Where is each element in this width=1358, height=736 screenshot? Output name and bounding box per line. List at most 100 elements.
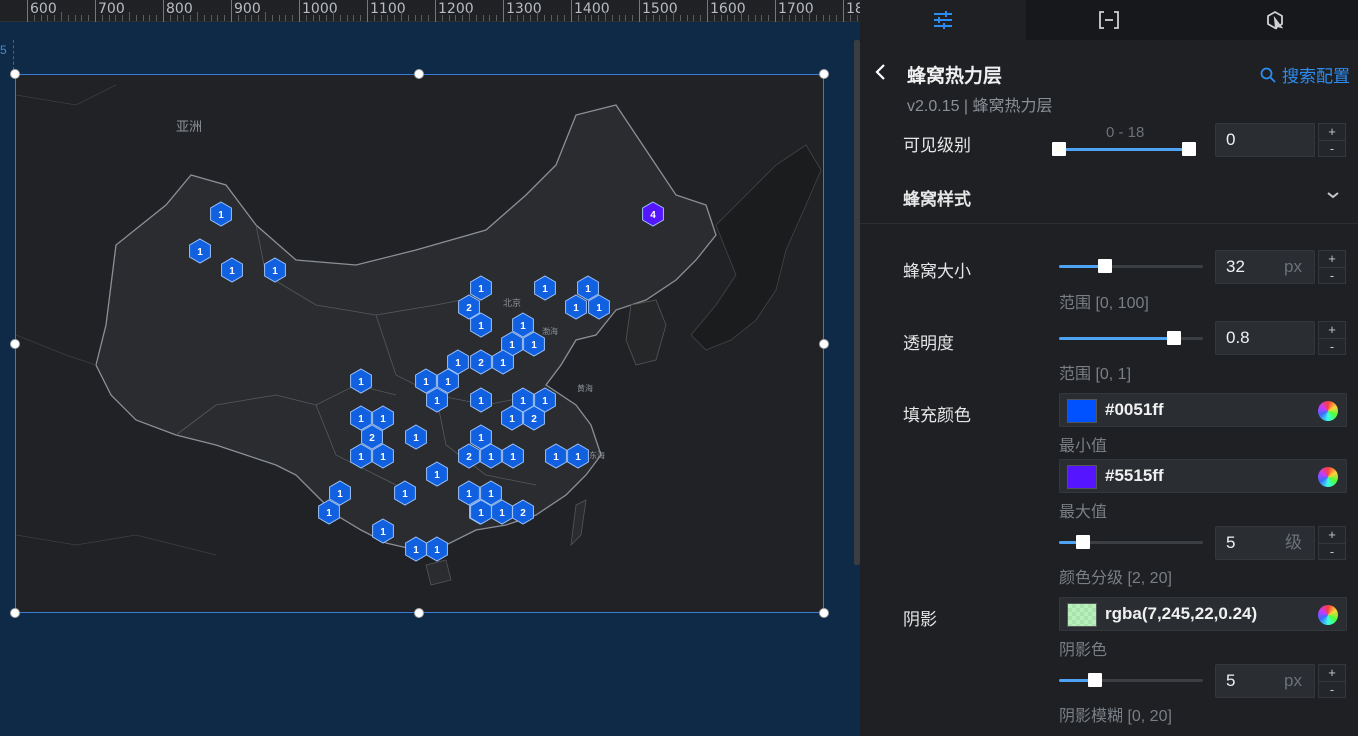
editor-canvas[interactable]: 600 700 800 900 1000 1100 1200 1300 1400 1500 1600… <box>0 0 860 736</box>
ruler-tick-label: 180 <box>846 1 860 17</box>
ruler-minor-tick <box>33 15 35 21</box>
stepper-plus[interactable]: + <box>1319 251 1345 268</box>
color-wheel-icon[interactable] <box>1318 605 1338 625</box>
stepper-minus[interactable]: - <box>1319 339 1345 356</box>
visible-level-input[interactable]: 0 <box>1215 123 1315 157</box>
resize-handle-bottom[interactable] <box>414 608 424 618</box>
resize-handle-top-right[interactable] <box>819 69 829 79</box>
shadow-color-field[interactable]: rgba(7,245,22,0.24) <box>1059 597 1347 631</box>
color-swatch-max[interactable] <box>1067 465 1097 489</box>
ruler-minor-tick <box>673 12 674 21</box>
map-label-yellow-sea: 黄海 <box>577 383 593 393</box>
shadow-blur-input[interactable]: 5 px <box>1215 664 1315 698</box>
stepper-plus[interactable]: + <box>1319 527 1345 544</box>
ruler-minor-tick <box>129 12 130 21</box>
hex-size-stepper[interactable]: + - <box>1318 250 1346 284</box>
search-config-button[interactable]: 搜索配置 <box>1260 62 1350 87</box>
color-levels-knob[interactable] <box>1076 535 1091 549</box>
panel-title: 蜂窝热力层 <box>907 66 1003 87</box>
visible-level-stepper[interactable]: + - <box>1318 123 1346 157</box>
ruler-minor-tick <box>156 15 158 21</box>
color-swatch-shadow[interactable] <box>1067 603 1097 627</box>
stepper-minus[interactable]: - <box>1319 682 1345 699</box>
ruler-minor-tick <box>836 15 838 21</box>
ruler-minor-tick <box>265 12 266 21</box>
ruler-minor-tick <box>271 15 273 21</box>
ruler-minor-tick <box>659 15 661 21</box>
settings-sliders-icon <box>934 11 952 29</box>
panel-tabs <box>860 0 1358 40</box>
color-levels-slider[interactable] <box>1059 535 1203 549</box>
hex-size-slider[interactable] <box>1059 259 1203 273</box>
color-wheel-icon[interactable] <box>1318 467 1338 487</box>
map-component-frame[interactable]: 亚洲 北京 渤海 黄海 东海 1111412111111111211111111… <box>15 74 824 613</box>
hexagon-count: 1 <box>337 489 343 500</box>
shadow-blur-slider[interactable] <box>1059 673 1203 687</box>
fill-color-max-value: #5515ff <box>1105 466 1164 485</box>
hexagon-count: 1 <box>358 414 364 425</box>
color-levels-input[interactable]: 5 级 <box>1215 526 1315 560</box>
map-label-east-sea: 东海 <box>589 450 605 460</box>
opacity-slider[interactable] <box>1059 331 1203 345</box>
fill-color-max-label: 最大值 <box>1059 504 1108 521</box>
back-arrow-icon[interactable] <box>874 62 888 82</box>
ruler-major-tick <box>95 0 96 22</box>
color-swatch-min[interactable] <box>1067 399 1097 423</box>
ruler-minor-tick <box>67 15 69 21</box>
hexagon-count: 1 <box>197 247 203 258</box>
color-wheel-icon[interactable] <box>1318 401 1338 421</box>
ruler-minor-tick <box>795 15 797 21</box>
stepper-plus[interactable]: + <box>1319 665 1345 682</box>
ruler-minor-tick <box>809 12 810 21</box>
hexagon-count: 2 <box>466 303 472 314</box>
hexagon-count: 1 <box>434 470 440 481</box>
tab-data[interactable] <box>1026 0 1192 40</box>
ruler-minor-tick <box>734 15 736 21</box>
fill-color-min-field[interactable]: #0051ff <box>1059 393 1347 427</box>
ruler-major-tick <box>367 0 368 22</box>
shadow-blur-stepper[interactable]: + - <box>1318 664 1346 698</box>
hexagon-count: 2 <box>369 433 375 444</box>
stepper-minus[interactable]: - <box>1319 544 1345 561</box>
section-hex-style[interactable]: 蜂窝样式 <box>860 168 1358 224</box>
stepper-minus[interactable]: - <box>1319 268 1345 285</box>
hexagon-count: 1 <box>478 321 484 332</box>
hexagon-count: 1 <box>455 358 461 369</box>
ruler-minor-tick <box>326 15 328 21</box>
stepper-plus[interactable]: + <box>1319 322 1345 339</box>
ruler-minor-tick <box>203 15 205 21</box>
hexagon-count: 1 <box>509 414 515 425</box>
panel-version: v2.0.15 | 蜂窝热力层 <box>907 98 1053 115</box>
ruler-minor-tick <box>360 15 362 21</box>
opacity-input[interactable]: 0.8 <box>1215 321 1315 355</box>
resize-handle-bottom-left[interactable] <box>10 608 20 618</box>
ruler-minor-tick <box>584 15 586 21</box>
shadow-blur-knob[interactable] <box>1088 673 1102 687</box>
visible-level-slider[interactable] <box>1052 142 1196 156</box>
resize-handle-right[interactable] <box>819 339 829 349</box>
tab-config[interactable] <box>860 0 1026 40</box>
resize-handle-top-left[interactable] <box>10 69 20 79</box>
opacity-stepper[interactable]: + - <box>1318 321 1346 355</box>
ruler-major-tick <box>775 0 776 22</box>
visible-level-knob-min[interactable] <box>1052 142 1066 156</box>
ruler-minor-tick <box>149 15 151 21</box>
resize-handle-left[interactable] <box>10 339 20 349</box>
hexagon-count: 1 <box>229 266 235 277</box>
tab-interaction[interactable] <box>1192 0 1358 40</box>
stepper-minus[interactable]: - <box>1319 141 1345 158</box>
color-levels-stepper[interactable]: + - <box>1318 526 1346 560</box>
bracket-icon <box>1099 11 1119 29</box>
visible-level-knob-max[interactable] <box>1182 142 1196 156</box>
chevron-down-icon[interactable] <box>1326 190 1340 200</box>
stepper-plus[interactable]: + <box>1319 124 1345 141</box>
resize-handle-top[interactable] <box>414 69 424 79</box>
hex-size-knob[interactable] <box>1098 259 1113 273</box>
hexagon-count: 1 <box>380 452 386 463</box>
hex-size-input[interactable]: 32 px <box>1215 250 1315 284</box>
resize-handle-bottom-right[interactable] <box>819 608 829 618</box>
fill-color-max-field[interactable]: #5515ff <box>1059 459 1347 493</box>
hex-size-value: 32 <box>1226 257 1245 276</box>
opacity-knob[interactable] <box>1167 331 1182 345</box>
ruler-minor-tick <box>462 15 464 21</box>
